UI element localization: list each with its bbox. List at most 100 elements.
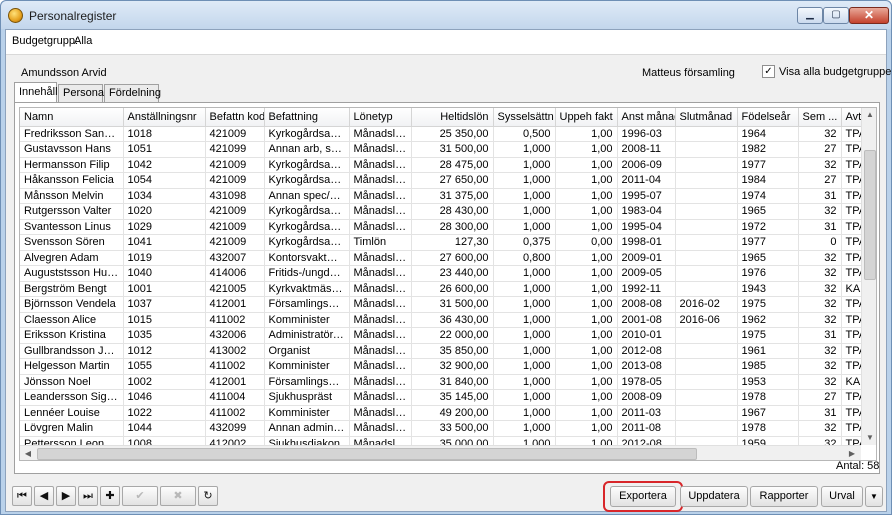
table-row[interactable]: Månsson Melvin 1034 431098 Annan spec/han..… bbox=[20, 188, 861, 204]
column-header[interactable]: Befattning bbox=[264, 108, 350, 127]
table-cell: Månadslön bbox=[349, 265, 412, 282]
refresh-button[interactable]: ↻ bbox=[198, 486, 218, 506]
show-all-label[interactable]: Visa alla budgetgrupper bbox=[779, 66, 892, 78]
column-header[interactable]: Uppeh fakt bbox=[555, 108, 618, 127]
column-header[interactable]: Sem ... bbox=[798, 108, 842, 127]
table-cell: 28 430,00 bbox=[411, 203, 494, 220]
table-cell: 31 bbox=[798, 188, 842, 204]
table-row[interactable]: Alvegren Adam1019432007Kontorsvaktmäst..… bbox=[20, 250, 861, 266]
column-header[interactable]: Befattn kod bbox=[205, 108, 265, 127]
column-header[interactable]: Sysselsättn bbox=[493, 108, 556, 127]
column-header[interactable]: Avtalsor bbox=[841, 108, 861, 127]
table-row[interactable]: Jönsson Noel1002412001FörsamlingsdiakonM… bbox=[20, 374, 861, 390]
maximize-button[interactable]: ▢ bbox=[823, 7, 849, 24]
table-cell: 1975 bbox=[737, 296, 799, 313]
data-grid: Namn Anställningsnr Befattn kod Befattning L… bbox=[19, 107, 877, 461]
first-record-button[interactable]: ⏮ bbox=[12, 486, 32, 506]
column-header[interactable]: Lönetyp bbox=[349, 108, 412, 127]
tab-fordelning[interactable]: Fördelning bbox=[104, 84, 161, 102]
export-button[interactable]: Exportera bbox=[610, 486, 676, 507]
update-button[interactable]: Uppdatera bbox=[680, 486, 748, 507]
column-header[interactable]: Namn bbox=[20, 108, 124, 127]
save-record-button[interactable]: ✔ bbox=[122, 486, 158, 506]
table-cell: 1,00 bbox=[555, 343, 618, 359]
table-row[interactable]: Lennéer Louise 1022 411002 Komminister Månad… bbox=[20, 405, 861, 421]
table-row[interactable]: Leandersson Signe 1046 411004 Sjukhuspräst M… bbox=[20, 389, 861, 406]
table-cell: 2011-04 bbox=[617, 172, 676, 189]
table-cell: 32 bbox=[798, 126, 842, 142]
app-logo-icon bbox=[8, 8, 23, 23]
table-row[interactable]: Hermansson Filip 1042 421009 Kyrkogårdsarbe… bbox=[20, 157, 861, 173]
add-record-button[interactable]: ✚ bbox=[100, 486, 120, 506]
select-dropdown-icon[interactable]: ▼ bbox=[865, 486, 883, 507]
column-header[interactable]: Anställningsnr bbox=[123, 108, 206, 127]
close-button[interactable]: ✕ bbox=[849, 7, 889, 24]
table-row[interactable]: Claesson Alice 1015 411002 Komminister Månad… bbox=[20, 312, 861, 328]
reports-button[interactable]: Rapporter bbox=[750, 486, 818, 507]
horizontal-scrollbar[interactable]: ◀ ▶ bbox=[20, 445, 861, 460]
table-cell: Kyrkogårdsarbet... bbox=[264, 219, 350, 235]
table-cell: 2013-08 bbox=[617, 358, 676, 375]
table-cell: 411002 bbox=[205, 358, 265, 375]
table-row[interactable]: Björnsson Vendela 1037 412001 Församlingsdi… bbox=[20, 296, 861, 313]
table-row[interactable]: Håkansson Felicia 1054 421009 Kyrkogårdsarb… bbox=[20, 172, 861, 189]
table-row[interactable]: Fredriksson Sandra 1018 421009 Kyrkogårdsar… bbox=[20, 126, 861, 142]
table-cell: Månadslön bbox=[349, 405, 412, 421]
show-all-checkbox[interactable]: ✓ bbox=[762, 65, 775, 78]
table-row[interactable]: Svantesson Linus 1029 421009 Kyrkogårdsarbe… bbox=[20, 219, 861, 235]
horizontal-scroll-thumb[interactable] bbox=[37, 448, 697, 460]
table-row[interactable]: Bergström Bengt 1001 421005 Kyrkvaktmästare… bbox=[20, 281, 861, 297]
table-cell: 32 bbox=[798, 203, 842, 220]
table-cell: 1978-05 bbox=[617, 374, 676, 390]
table-row[interactable]: Auguststsson Hugo 1040 414006 Fritids-/ungd… bbox=[20, 265, 861, 282]
table-row[interactable]: Rutgersson Valter 1020 421009 Kyrkogårdsarb… bbox=[20, 203, 861, 220]
tab-personal[interactable]: Personal bbox=[58, 84, 106, 102]
table-cell: 1985 bbox=[737, 358, 799, 375]
table-cell: 414006 bbox=[205, 265, 265, 282]
table-cell: 127,30 bbox=[411, 234, 494, 251]
last-record-button[interactable]: ⏭ bbox=[78, 486, 98, 506]
previous-record-button[interactable]: ◀ bbox=[34, 486, 54, 506]
vertical-scroll-thumb[interactable] bbox=[864, 150, 876, 280]
table-cell: Månadslön bbox=[349, 374, 412, 390]
table-cell: 1042 bbox=[123, 157, 206, 173]
scroll-left-icon[interactable]: ◀ bbox=[20, 449, 36, 458]
table-cell bbox=[675, 203, 738, 220]
table-cell: 1046 bbox=[123, 389, 206, 406]
table-row[interactable]: Helgesson Martin 1055 411002 Komminister Mån… bbox=[20, 358, 861, 375]
table-row[interactable]: Lövgren Malin1044432099Annan admin, för.… bbox=[20, 420, 861, 437]
table-row[interactable]: Gullbrandsson Johan 1012 413002 Organist Mån… bbox=[20, 343, 861, 359]
tab-panel: Namn Anställningsnr Befattn kod Befattning L… bbox=[14, 102, 880, 474]
delete-record-button[interactable]: ✖ bbox=[160, 486, 196, 506]
scroll-down-icon[interactable]: ▼ bbox=[862, 433, 876, 442]
column-header[interactable]: Slutmånad bbox=[675, 108, 738, 127]
tab-innehall[interactable]: Innehåll bbox=[14, 82, 58, 102]
scroll-right-icon[interactable]: ▶ bbox=[844, 449, 860, 458]
table-row[interactable]: Pettersson Leon 1008 412002 Sjukhusdiakon Må… bbox=[20, 436, 861, 445]
table-cell: 32 bbox=[798, 374, 842, 390]
vertical-scrollbar[interactable]: ▲ ▼ bbox=[861, 108, 876, 445]
table-cell: Sjukhuspräst bbox=[264, 389, 350, 406]
table-cell: 32 bbox=[798, 436, 842, 445]
table-cell: Församlingsdiakon bbox=[264, 296, 350, 313]
column-header[interactable]: Födelseår bbox=[737, 108, 799, 127]
table-cell: 1022 bbox=[123, 405, 206, 421]
table-cell: TPA1 bbox=[841, 126, 861, 142]
column-header[interactable]: Anst månad bbox=[617, 108, 676, 127]
table-cell: 26 600,00 bbox=[411, 281, 494, 297]
table-row[interactable]: Svensson Sören1041421009Kyrkogårdsarbet.… bbox=[20, 234, 861, 251]
minimize-button[interactable]: ▁ bbox=[797, 7, 823, 24]
table-cell: Månadslön bbox=[349, 203, 412, 220]
table-row[interactable]: Gustavsson Hans 1051 421099 Annan arb, serv… bbox=[20, 141, 861, 158]
next-record-button[interactable]: ▶ bbox=[56, 486, 76, 506]
scroll-up-icon[interactable]: ▲ bbox=[862, 110, 876, 119]
table-cell: Månadslön bbox=[349, 157, 412, 173]
column-header[interactable]: Heltidslön bbox=[411, 108, 494, 127]
table-cell: 1,000 bbox=[493, 374, 556, 390]
table-cell bbox=[675, 343, 738, 359]
table-cell: 32 bbox=[798, 343, 842, 359]
table-row[interactable]: Eriksson Kristina 1035 432006 Administratör… bbox=[20, 327, 861, 344]
table-cell: 1977 bbox=[737, 234, 799, 251]
select-button[interactable]: Urval bbox=[821, 486, 863, 507]
table-cell: KAP- bbox=[841, 281, 861, 297]
